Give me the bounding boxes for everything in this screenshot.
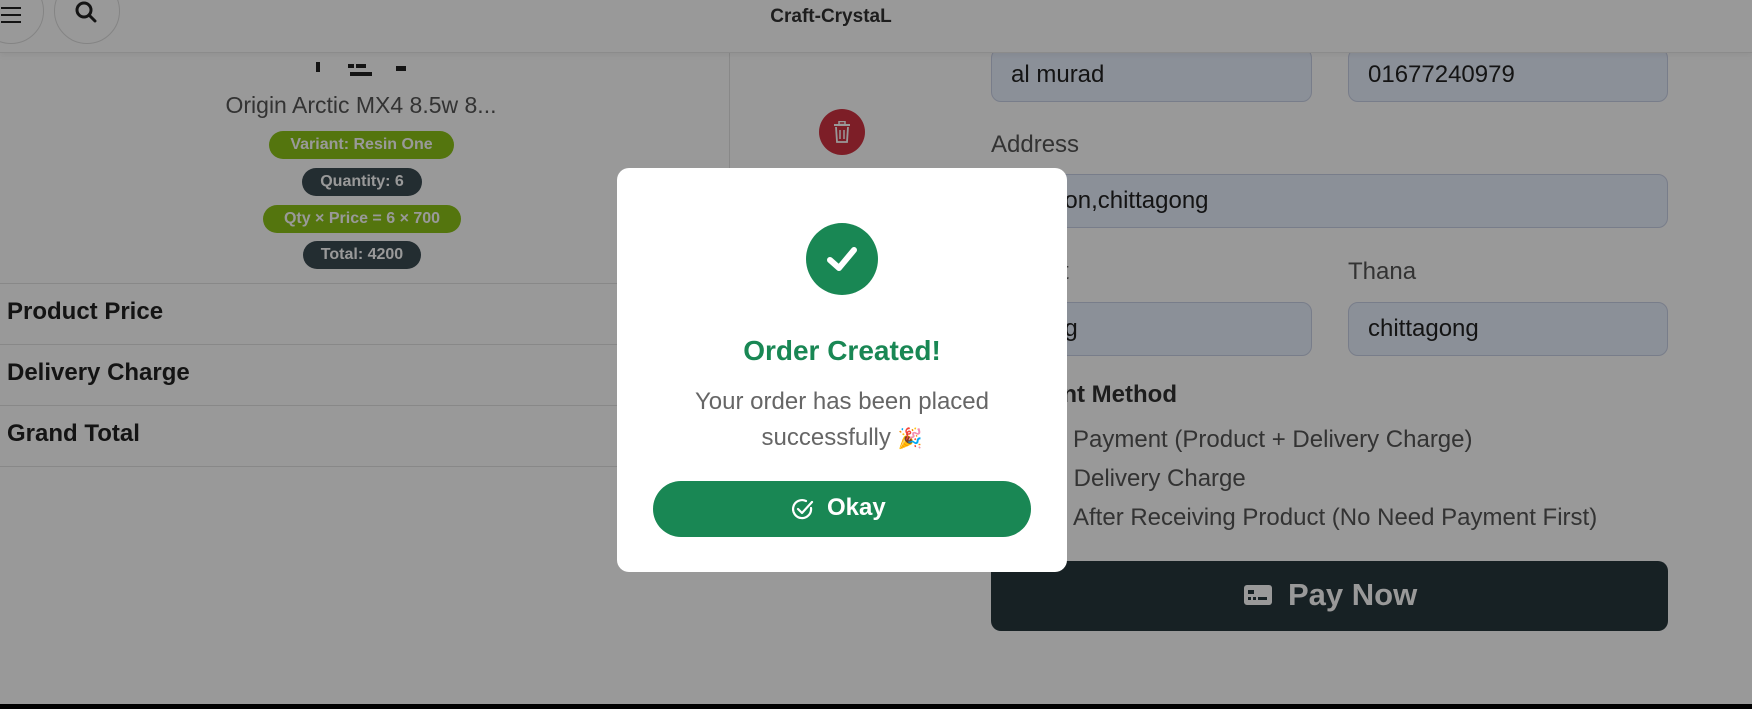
- check-badge-icon: [792, 499, 814, 520]
- okay-label: Okay: [827, 494, 886, 521]
- dialog-message-text: Your order has been placed successfully: [695, 388, 989, 451]
- dialog-message: Your order has been placed successfully …: [672, 384, 1012, 457]
- okay-button[interactable]: Okay: [653, 481, 1031, 537]
- order-success-dialog: Order Created! Your order has been place…: [617, 168, 1067, 572]
- check-circle-icon: [806, 223, 878, 295]
- checkout-page: Craft-CrystaL Origin Arctic MX4 8.5w 8..…: [0, 0, 1752, 704]
- dialog-title: Order Created!: [743, 335, 941, 366]
- party-popper-icon: 🎉: [897, 428, 923, 450]
